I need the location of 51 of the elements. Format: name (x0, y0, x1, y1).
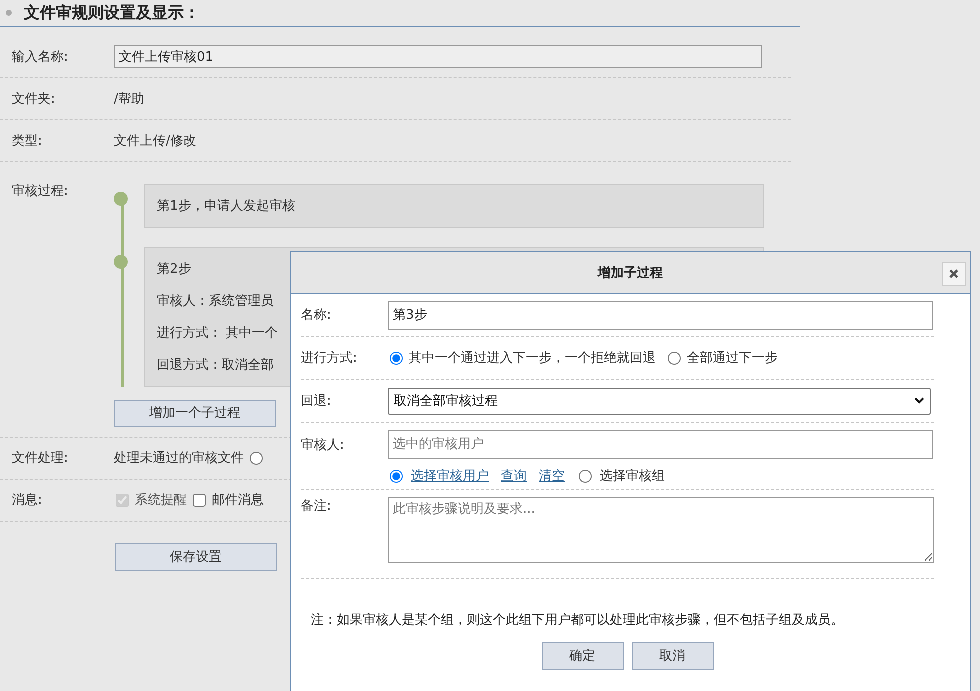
field-label: 文件夹: (12, 90, 56, 108)
add-subprocess-button[interactable]: 增加一个子过程 (114, 400, 276, 426)
field-label: 审核人: (301, 437, 346, 454)
timeline-dot (114, 192, 128, 206)
field-label: 进行方式: (301, 350, 358, 367)
remark-textarea[interactable]: 此审核步骤说明及要求... (388, 497, 934, 563)
field-label: 文件处理: (12, 450, 70, 467)
rollback-select[interactable]: 取消全部审核过程 (388, 388, 931, 414)
field-label: 类型: (12, 132, 44, 150)
radio-label: 选择审核组 (600, 468, 665, 485)
radio-label: 其中一个通过进入下一步，一个拒绝就回退 (409, 350, 656, 367)
chevron-down-icon (914, 397, 925, 405)
field-label: 审核过程: (12, 183, 70, 200)
field-label: 备注: (301, 498, 332, 515)
name-input[interactable]: 文件上传审核01 (114, 45, 762, 68)
step-text: 第2步 (157, 261, 192, 278)
dialog-button[interactable]: 取消 (632, 642, 714, 670)
radio-button[interactable] (250, 452, 263, 464)
radio-button[interactable] (668, 352, 681, 364)
note-text: 注：如果审核人是某个组，则这个此组下用户都可以处理此审核步骤，但不包括子组及成员。 (310, 612, 845, 629)
checkbox-label: 系统提醒 (135, 492, 187, 509)
link[interactable]: 清空 (539, 467, 565, 485)
checkbox[interactable] (193, 494, 206, 506)
link[interactable]: 选择审核用户 (411, 467, 489, 485)
bullet-icon (6, 10, 12, 16)
dialog-button[interactable]: 确定 (542, 642, 624, 670)
step-text: 进行方式： 其中一个 (157, 325, 278, 342)
step-text: 第1步，申请人发起审核 (157, 198, 296, 215)
radio-button[interactable] (390, 470, 403, 482)
folder-value: /帮助 (114, 90, 146, 108)
step-text: 回退方式：取消全部 (157, 357, 274, 374)
step-text: 审核人：系统管理员 (157, 293, 274, 310)
radio-button[interactable] (579, 470, 592, 482)
save-button[interactable]: 保存设置 (115, 542, 277, 570)
type-value: 文件上传/修改 (114, 132, 198, 150)
checkbox-label: 邮件消息 (212, 492, 264, 509)
link[interactable]: 查询 (501, 467, 527, 485)
field-label: 输入名称: (12, 48, 70, 66)
file-handling-text: 处理未通过的审核文件 (114, 450, 244, 467)
name-input[interactable]: 第3步 (388, 300, 933, 330)
radio-button[interactable] (390, 352, 403, 364)
page-title: 文件审规则设置及显示： (24, 2, 200, 24)
field-label: 名称: (301, 307, 332, 324)
reviewer-input[interactable]: 选中的审核用户 (388, 430, 933, 459)
close-button[interactable] (942, 262, 966, 286)
radio-label: 全部通过下一步 (687, 350, 778, 367)
field-label: 消息: (12, 492, 44, 509)
close-icon (949, 269, 959, 279)
timeline-dot (114, 255, 128, 269)
dialog-title: 增加子过程 (598, 264, 663, 282)
field-label: 回退: (301, 393, 332, 410)
